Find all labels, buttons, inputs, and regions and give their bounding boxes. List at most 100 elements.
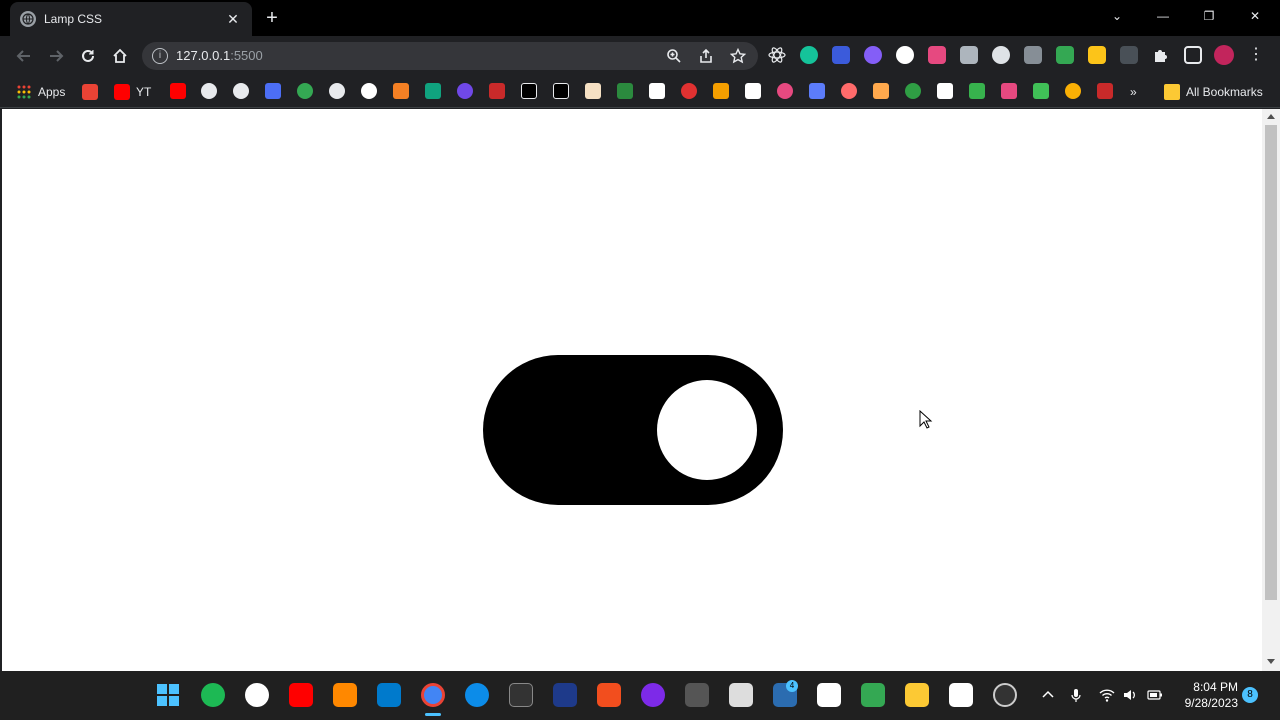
firebase-icon[interactable] (873, 83, 889, 99)
green-bookmark-icon[interactable] (617, 83, 633, 99)
bookmark-all[interactable]: All Bookmarks (1164, 83, 1263, 101)
blue-bookmark-icon[interactable] (265, 83, 281, 99)
color-grid-icon[interactable] (928, 46, 946, 64)
wifi-icon[interactable] (1099, 687, 1115, 703)
n-bookmark-icon[interactable] (969, 83, 985, 99)
canva-icon[interactable] (641, 683, 665, 707)
dribbble-icon[interactable] (777, 83, 793, 99)
extensions-puzzle-icon[interactable] (1152, 46, 1170, 64)
yellow-circle-bookmark-icon[interactable] (1065, 83, 1081, 99)
mongodb-icon[interactable] (905, 83, 921, 99)
purple-extension-icon[interactable] (864, 46, 882, 64)
eyedropper-icon[interactable] (960, 46, 978, 64)
chrome-icon[interactable] (421, 683, 445, 707)
edge-icon[interactable] (465, 683, 489, 707)
battery-icon[interactable] (1147, 687, 1163, 703)
ui-bookmark-icon[interactable] (809, 83, 825, 99)
figma-icon[interactable] (597, 683, 621, 707)
tb-extension-icon[interactable] (1024, 46, 1042, 64)
notion-icon[interactable] (817, 683, 841, 707)
media-player-icon[interactable] (245, 683, 269, 707)
globe-bookmark-icon[interactable] (201, 83, 217, 99)
stackoverflow-icon[interactable] (393, 83, 409, 99)
snipping-tool-icon[interactable] (685, 683, 709, 707)
a-bookmark-icon[interactable] (553, 83, 569, 99)
close-window-button[interactable]: ✕ (1232, 0, 1278, 32)
forward-icon[interactable] (44, 44, 68, 68)
maps-bookmark-icon[interactable] (297, 83, 313, 99)
obs-icon[interactable] (993, 683, 1017, 707)
asterisk-bookmark-icon[interactable] (841, 83, 857, 99)
grammarly-icon[interactable] (800, 46, 818, 64)
toggle-knob[interactable] (657, 380, 757, 480)
bookmark-yt[interactable]: YT (114, 83, 151, 101)
new-tab-button[interactable]: + (262, 8, 282, 28)
vscode-icon[interactable] (377, 683, 401, 707)
deer-bookmark-icon[interactable] (585, 83, 601, 99)
bookmark-apps[interactable]: Apps (16, 83, 65, 101)
colorzilla-icon[interactable] (896, 46, 914, 64)
u-bookmark-icon[interactable] (1001, 83, 1017, 99)
terminal-icon[interactable] (509, 683, 533, 707)
capcut-icon[interactable] (949, 683, 973, 707)
chart-extension-icon[interactable] (1120, 46, 1138, 64)
toggle-switch[interactable] (483, 355, 783, 505)
microphone-icon[interactable] (1068, 687, 1084, 703)
file-explorer-icon[interactable] (905, 683, 929, 707)
code-bookmark-icon[interactable] (1033, 83, 1049, 99)
home-icon[interactable] (108, 44, 132, 68)
side-panel-icon[interactable] (1184, 46, 1202, 64)
medium-icon[interactable] (521, 83, 537, 99)
globe-bookmark-icon-2[interactable] (233, 83, 249, 99)
profile-avatar[interactable] (1214, 45, 1234, 65)
address-bar[interactable]: i 127.0.0.1:5500 (142, 42, 758, 70)
purple-bookmark-icon[interactable] (457, 83, 473, 99)
bookmark-gmail[interactable] (82, 83, 104, 101)
minimize-button[interactable]: — (1140, 0, 1186, 32)
youtube-app-icon[interactable] (289, 683, 313, 707)
react-devtools-icon[interactable] (768, 46, 786, 64)
more-bookmarks-button[interactable]: » (1130, 83, 1137, 101)
pen-extension-icon[interactable] (832, 46, 850, 64)
dark-red-bookmark-icon[interactable] (1097, 83, 1113, 99)
android-studio-icon[interactable] (861, 683, 885, 707)
red-bookmark-icon[interactable] (489, 83, 505, 99)
reload-icon[interactable] (76, 44, 100, 68)
restore-button[interactable]: ❐ (1186, 0, 1232, 32)
volume-icon[interactable] (1122, 687, 1138, 703)
google-drive-icon[interactable] (1056, 46, 1074, 64)
chatgpt-icon[interactable] (425, 83, 441, 99)
notification-count[interactable]: 8 (1242, 687, 1258, 703)
triangle-bookmark-icon[interactable] (361, 83, 377, 99)
zoom-icon[interactable] (666, 48, 682, 64)
spotify-icon[interactable] (201, 683, 225, 707)
close-tab-icon[interactable]: ✕ (224, 11, 242, 28)
menu-kebab-icon[interactable]: ⋮ (1248, 46, 1264, 64)
youtube-bookmark-icon[interactable] (170, 83, 186, 99)
tab-search-icon[interactable]: ⌄ (1094, 0, 1140, 32)
windows-start-icon[interactable] (156, 683, 180, 707)
github-icon[interactable] (329, 83, 345, 99)
page-scrollbar[interactable] (1262, 109, 1280, 671)
back-icon[interactable] (12, 44, 36, 68)
bookmark-star-icon[interactable] (730, 48, 746, 64)
inkscape-icon[interactable] (729, 683, 753, 707)
vlc-icon[interactable] (333, 683, 357, 707)
bookmark-apps-label: Apps (38, 85, 66, 99)
hashnode-bookmark-icon[interactable] (649, 83, 665, 99)
browser-tab[interactable]: Lamp CSS ✕ (10, 2, 252, 36)
davinci-resolve-icon[interactable] (553, 683, 577, 707)
system-clock[interactable]: 8:04 PM 9/28/2023 (1168, 679, 1238, 711)
codepen-icon[interactable] (745, 83, 761, 99)
yellow-extension-icon[interactable] (1088, 46, 1106, 64)
chevron-up-icon[interactable] (1040, 687, 1056, 703)
circle-extension-icon[interactable] (992, 46, 1010, 64)
share-icon[interactable] (698, 48, 714, 64)
scroll-up-icon[interactable] (1267, 114, 1275, 119)
red-circle-bookmark-icon[interactable] (681, 83, 697, 99)
scroll-down-icon[interactable] (1267, 659, 1275, 664)
scrollbar-thumb[interactable] (1265, 125, 1277, 600)
wikipedia-icon[interactable] (937, 83, 953, 99)
stack-bookmark-icon[interactable] (713, 83, 729, 99)
site-info-icon[interactable]: i (152, 48, 168, 64)
